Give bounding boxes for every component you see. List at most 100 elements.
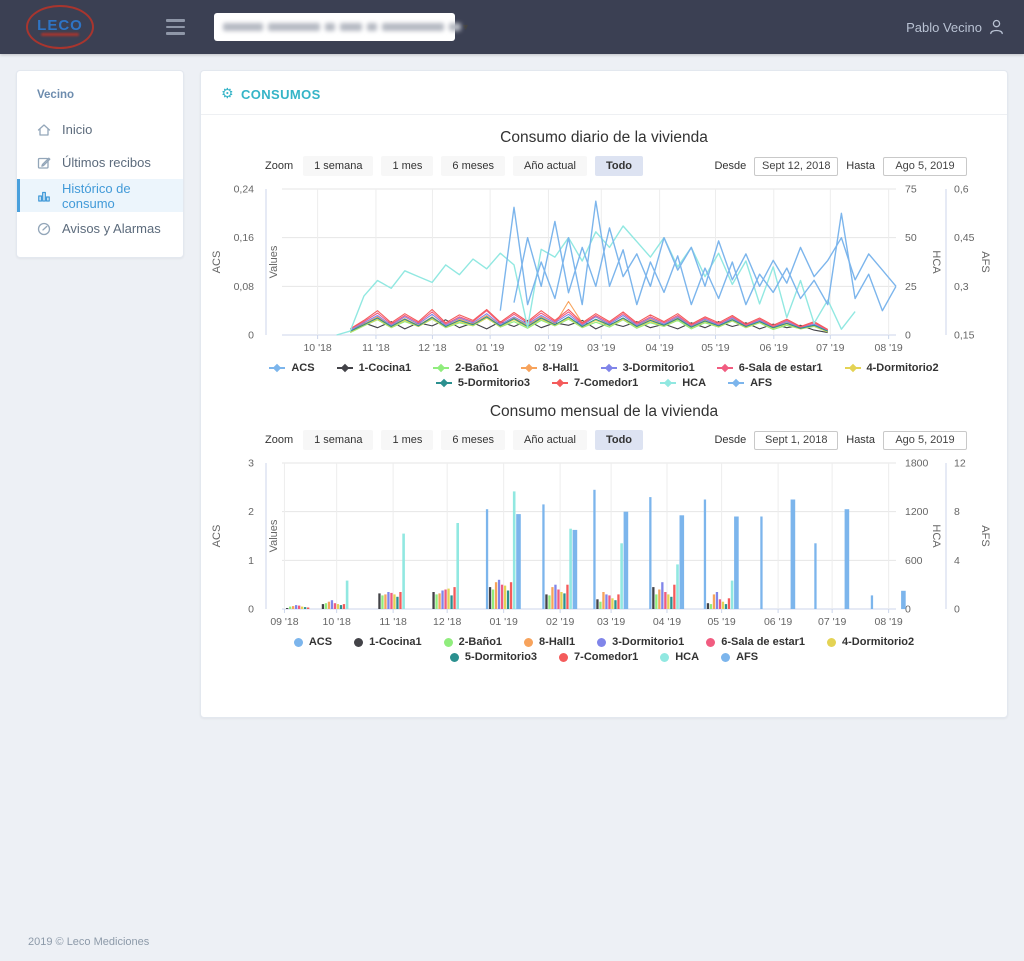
range-button-a-o-actual[interactable]: Año actual <box>512 430 587 450</box>
range-button-1-semana[interactable]: 1 semana <box>303 156 374 176</box>
legend-label: 1-Cocina1 <box>369 636 422 648</box>
menu-toggle-icon[interactable] <box>166 19 185 35</box>
monthly-consumption-chart[interactable]: 09 '18 10 '18 11 '18 12 '18 01 '19 02 '19 03 '… <box>208 457 1000 633</box>
legend-item-1-cocina1[interactable]: 1-Cocina1 <box>354 636 422 648</box>
legend-item-3-dormitorio1[interactable]: 3-Dormitorio1 <box>597 636 684 648</box>
y-tick-label: 1 <box>248 555 254 567</box>
bar-2-ba-o1 <box>435 594 438 609</box>
bar-6-sala-de-estar1 <box>557 589 560 609</box>
bar-acs <box>870 595 874 609</box>
range-button-1-semana[interactable]: 1 semana <box>303 430 374 450</box>
legend-item-5-dormitorio3[interactable]: 5-Dormitorio3 <box>435 377 530 389</box>
legend-label: 1-Cocina1 <box>358 362 412 374</box>
bar-6-sala-de-estar1 <box>664 592 667 609</box>
y-tick-label: 4 <box>954 555 960 567</box>
range-button-todo[interactable]: Todo <box>594 430 644 450</box>
range-button-6-meses[interactable]: 6 meses <box>441 430 505 450</box>
bar-1-cocina1 <box>286 608 289 609</box>
legend-item-6-sala-de-estar1[interactable]: 6-Sala de estar1 <box>716 362 823 374</box>
monthly-chart-controls: Zoom 1 semana 1 mes 6 meses Año actual Todo De… <box>265 430 967 450</box>
legend-label: ACS <box>291 362 315 374</box>
user-menu[interactable]: Pablo Vecino <box>906 19 1004 35</box>
range-button-6-meses[interactable]: 6 meses <box>441 156 505 176</box>
desde-input-monthly[interactable]: Sept 1, 2018 <box>754 430 839 450</box>
sidebar-item-ultimos-recibos[interactable]: Últimos recibos <box>17 146 183 179</box>
bar-hca <box>620 543 623 609</box>
range-button-a-o-actual[interactable]: Año actual <box>512 156 587 176</box>
legend-item-8-hall1[interactable]: 8-Hall1 <box>520 362 579 374</box>
y-tick-label: 0 <box>905 604 911 616</box>
bar-7-comedor1 <box>342 604 346 609</box>
range-button-todo[interactable]: Todo <box>594 156 644 176</box>
legend-marker-diamond <box>552 378 569 388</box>
bar-5-dormitorio3 <box>670 596 673 609</box>
bar-3-dormitorio1 <box>554 584 557 609</box>
desde-input-daily[interactable]: Sept 12, 2018 <box>754 156 839 176</box>
x-tick-label: 04 '19 <box>645 342 673 354</box>
bar-acs <box>542 504 545 609</box>
legend-marker-diamond <box>435 378 452 388</box>
bar-4-dormitorio2 <box>336 604 340 609</box>
x-tick-label: 11 '18 <box>362 342 390 354</box>
sidebar-item-inicio[interactable]: Inicio <box>17 113 183 146</box>
legend-item-acs[interactable]: ACS <box>293 636 332 648</box>
bar-4-dormitorio2 <box>611 598 614 609</box>
y-tick-label: 0,6 <box>954 184 969 196</box>
legend-item-8-hall1[interactable]: 8-Hall1 <box>524 636 575 648</box>
bar-8-hall1 <box>551 587 554 609</box>
bar-5-dormitorio3 <box>563 593 566 609</box>
bar-acs <box>814 543 817 609</box>
bar-1-cocina1 <box>378 593 381 609</box>
legend-row: ACS 1-Cocina1 2-Baño1 8-Hall1 3-Dormitorio1 6… <box>293 636 914 648</box>
legend-item-4-dormitorio2[interactable]: 4-Dormitorio2 <box>827 636 914 648</box>
legend-item-5-dormitorio3[interactable]: 5-Dormitorio3 <box>449 651 537 663</box>
daily-consumption-chart[interactable]: 10 '18 11 '18 12 '18 01 '19 02 '19 03 '19 04 '… <box>208 183 1000 359</box>
legend-marker-diamond <box>520 363 537 373</box>
zoom-label: Zoom <box>265 434 294 446</box>
legend-item-3-dormitorio1[interactable]: 3-Dormitorio1 <box>600 362 695 374</box>
hasta-input-daily[interactable]: Ago 5, 2019 <box>883 156 967 176</box>
bar-acs <box>703 499 707 609</box>
legend-item-6-sala-de-estar1[interactable]: 6-Sala de estar1 <box>706 636 805 648</box>
legend-item-afs[interactable]: AFS <box>728 377 772 389</box>
bar-4-dormitorio2 <box>447 588 450 609</box>
unit-selector[interactable]: ▼ <box>214 13 470 41</box>
hasta-input-monthly[interactable]: Ago 5, 2019 <box>883 430 967 450</box>
legend-item-1-cocina1[interactable]: 1-Cocina1 <box>336 362 412 374</box>
legend-item-2-ba-o1[interactable]: 2-Baño1 <box>443 636 502 648</box>
logo[interactable]: LECO <box>26 5 94 49</box>
axis-title-acs: ACS <box>211 251 223 274</box>
legend-item-7-comedor1[interactable]: 7-Comedor1 <box>559 651 638 663</box>
bar-8-hall1 <box>494 582 498 609</box>
legend-row: 5-Dormitorio3 7-Comedor1 HCA AFS <box>449 651 758 663</box>
sidebar-item-avisos-y-alarmas[interactable]: Avisos y Alarmas <box>17 212 183 245</box>
range-button-1-mes[interactable]: 1 mes <box>381 156 434 176</box>
bar-hca <box>512 491 516 609</box>
x-tick-label: 08 '19 <box>874 616 902 628</box>
x-tick-label: 10 '18 <box>323 616 351 628</box>
legend-item-7-comedor1[interactable]: 7-Comedor1 <box>552 377 638 389</box>
axis-title-hca: HCA <box>930 524 942 548</box>
sidebar-item-historico-de-consumo[interactable]: Histórico de consumo <box>17 179 183 212</box>
bar-1-cocina1 <box>596 599 599 609</box>
bar-7-comedor1 <box>673 584 676 609</box>
legend-item-hca[interactable]: HCA <box>660 377 706 389</box>
sidebar-item-label: Inicio <box>62 122 93 137</box>
y-tick-label: 0,08 <box>234 281 255 293</box>
legend-item-4-dormitorio2[interactable]: 4-Dormitorio2 <box>844 362 939 374</box>
x-tick-label: 05 '19 <box>707 616 735 628</box>
y-tick-label: 0 <box>954 604 960 616</box>
bar-hca <box>569 528 572 609</box>
bar-acs <box>760 516 763 609</box>
x-tick-label: 03 '19 <box>597 616 625 628</box>
range-button-1-mes[interactable]: 1 mes <box>381 430 434 450</box>
legend-label: 7-Comedor1 <box>574 651 639 663</box>
legend-item-2-ba-o1[interactable]: 2-Baño1 <box>433 362 499 374</box>
legend-item-afs[interactable]: AFS <box>721 651 758 663</box>
legend-item-acs[interactable]: ACS <box>269 362 315 374</box>
bar-6-sala-de-estar1 <box>444 589 447 609</box>
daily-chart-controls: Zoom 1 semana 1 mes 6 meses Año actual Todo De… <box>265 156 967 176</box>
legend-item-hca[interactable]: HCA <box>660 651 699 663</box>
y-tick-label: 0,15 <box>954 330 975 342</box>
legend-marker-circle <box>443 637 453 647</box>
